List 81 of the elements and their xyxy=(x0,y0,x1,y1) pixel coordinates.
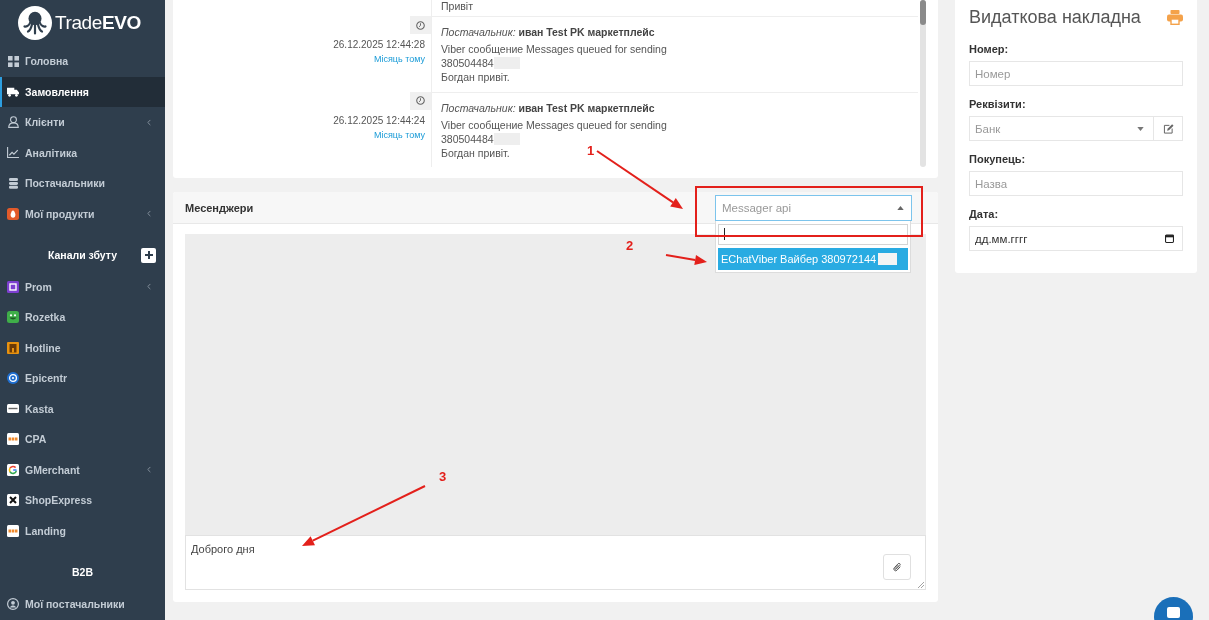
field-label: Реквізити: xyxy=(969,97,1026,111)
card-title: Месенджери xyxy=(185,200,254,215)
caret-down-icon xyxy=(1137,126,1144,131)
line-chart-icon xyxy=(7,147,19,159)
resize-handle-icon[interactable] xyxy=(917,581,924,588)
sidebar-item[interactable]: Epicentr xyxy=(0,363,165,394)
brand-name: TradeEVO xyxy=(55,12,141,34)
scrollbar-thumb[interactable] xyxy=(920,0,926,25)
database-icon xyxy=(8,177,18,189)
sidebar-item[interactable]: GMerchant xyxy=(0,454,165,485)
add-button[interactable] xyxy=(141,247,156,263)
sidebar-item[interactable]: Постачальники xyxy=(0,168,165,199)
square-logo-icon xyxy=(7,280,19,293)
sidebar-item[interactable]: Rozetka xyxy=(0,302,165,333)
section-heading: B2B xyxy=(72,565,93,580)
field-label: Номер: xyxy=(969,42,1009,56)
smiley-logo-icon xyxy=(7,311,19,324)
supplier-line: Постачальник: иван Test PK маркетплейс xyxy=(441,100,655,115)
sidebar-item[interactable]: CPA xyxy=(0,424,165,455)
tile-logo-icon xyxy=(7,524,19,537)
user-circle-icon xyxy=(7,597,19,610)
message-text: Привіт xyxy=(441,0,473,12)
section-heading: Канали збуту xyxy=(47,248,118,263)
message-timestamp: 26.12.2025 12:44:24 xyxy=(333,113,425,128)
sidebar-item[interactable]: Аналітика xyxy=(0,137,165,168)
relative-time: Місяць тому xyxy=(373,53,425,66)
sidebar-item[interactable]: Мої продукти xyxy=(0,198,165,229)
user-icon xyxy=(7,116,19,129)
ring-logo-icon xyxy=(7,463,19,476)
chevron-left-icon xyxy=(147,118,151,126)
chevron-left-icon xyxy=(147,466,151,474)
text-cursor-icon xyxy=(724,228,725,240)
search-field[interactable] xyxy=(718,223,908,245)
message-text: Богдан привіт. xyxy=(441,145,510,160)
sidebar-item[interactable]: Landing xyxy=(0,515,165,546)
tile-logo-icon xyxy=(7,341,19,354)
caret-up-icon xyxy=(897,205,904,210)
annotation-number: 3 xyxy=(439,469,447,484)
sidebar-item[interactable]: Головна xyxy=(0,46,165,77)
octopus-logo-icon xyxy=(18,6,52,40)
message-text: Viber сообщение Messages queued for sending xyxy=(441,117,667,132)
relative-time: Місяць тому xyxy=(373,128,425,142)
text-input[interactable]: Номер xyxy=(969,61,1183,86)
phone-number: 380504484 xyxy=(441,56,494,70)
tile-logo-icon xyxy=(7,433,19,446)
annotation-arrow xyxy=(665,254,707,265)
chevron-left-icon xyxy=(147,210,151,218)
bar-logo-icon xyxy=(7,404,19,414)
annotation-number: 2 xyxy=(626,238,634,253)
tile-logo-icon xyxy=(7,207,19,220)
annotation-number: 1 xyxy=(587,143,595,158)
field-label: Дата: xyxy=(969,207,999,221)
truck-icon xyxy=(7,86,19,97)
sidebar-item[interactable]: Prom xyxy=(0,271,165,302)
card-title: Видаткова накладна xyxy=(969,6,1141,28)
edit-icon xyxy=(1162,123,1174,134)
sidebar-item[interactable]: Мої постачальники xyxy=(0,588,165,619)
sidebar-item[interactable]: Клієнти xyxy=(0,107,165,138)
field-label: Покупець: xyxy=(969,152,1026,166)
chat-bubble-button[interactable] xyxy=(1154,597,1193,620)
edit-button[interactable] xyxy=(1154,116,1183,141)
text-input[interactable]: Назва xyxy=(969,171,1183,196)
message-input[interactable]: Доброго дня xyxy=(185,535,926,590)
plus-icon xyxy=(144,251,153,260)
phone-number: 380504484 xyxy=(441,131,494,146)
paperclip-icon xyxy=(892,561,902,573)
grid-icon xyxy=(7,55,19,67)
sidebar-item[interactable]: Hotline xyxy=(0,332,165,363)
cross-logo-icon xyxy=(7,494,19,507)
sidebar-item[interactable]: Kasta xyxy=(0,393,165,424)
calendar-icon xyxy=(1165,234,1174,243)
sidebar-item[interactable]: ShopExpress xyxy=(0,485,165,516)
circle-logo-icon xyxy=(7,372,19,385)
supplier-line: Постачальник: иван Test PK маркетплейс xyxy=(441,25,655,39)
message-text: Viber сообщение Messages queued for sending xyxy=(441,42,667,56)
attach-button[interactable] xyxy=(883,554,911,580)
chevron-left-icon xyxy=(147,283,151,291)
date-field[interactable]: дд.мм.гггг xyxy=(969,226,1183,251)
message-timestamp: 26.12.2025 12:44:28 xyxy=(333,38,425,52)
sidebar-item[interactable]: Замовлення xyxy=(0,76,165,107)
message-text: Богдан привіт. xyxy=(441,70,510,84)
